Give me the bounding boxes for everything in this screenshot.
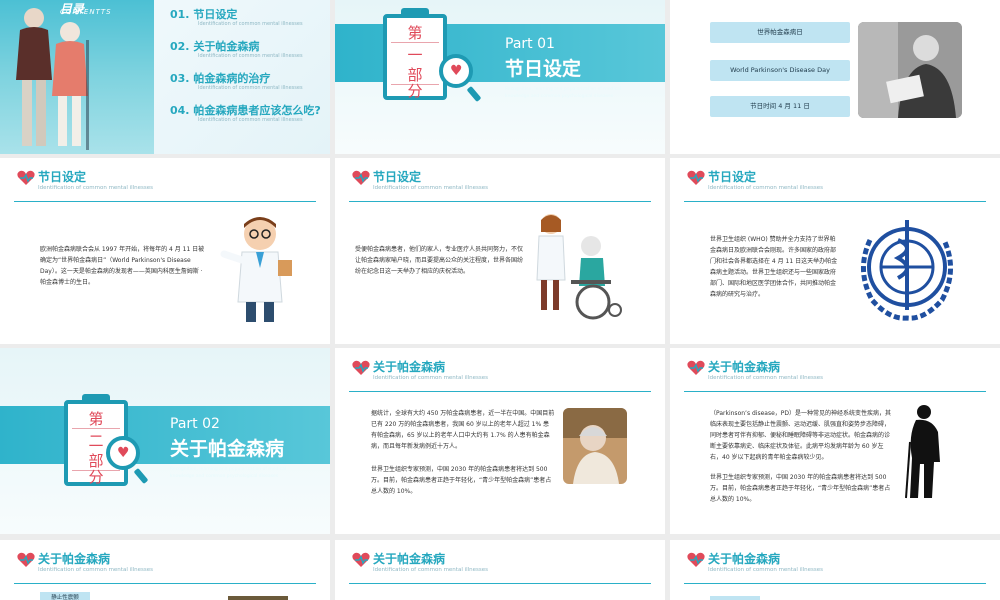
symptom-tag: 静止性震颤 [40,592,90,600]
magnifier-heart-icon: ♥ [439,54,473,88]
elderly-couple-illustration [16,8,89,150]
header-subtitle: Identification of common mental illnesse… [708,567,824,573]
photo-thumbnail [228,596,288,600]
part-title: 关于帕金森病 [170,438,285,460]
nurse-wheelchair-illustration [536,214,622,320]
who-emblem-icon [860,220,954,321]
toc-item-01[interactable]: 01. 节日设定 Identification of common mental… [170,6,303,27]
body-paragraph: 世界卫生组织专家预测，中国 2030 年的帕金森病患者将达到 500 万。目前，… [371,466,552,495]
part-number: Part 01 [505,36,555,52]
heart-logo-icon [352,170,370,185]
slide-symptoms[interactable]: 关于帕金森病 Identification of common mental i… [0,540,330,600]
header-title: 节日设定 [708,170,757,184]
slide-definition[interactable]: 关于帕金森病 Identification of common mental i… [670,348,1000,534]
toc-item-label: 02. 关于帕金森病 [170,40,260,53]
slide-statistics[interactable]: 关于帕金森病 Identification of common mental i… [335,348,665,534]
heart-logo-icon [687,552,705,567]
toc-item-sub: Identification of common mental illnesse… [198,85,303,91]
header-subtitle: Identification of common mental illnesse… [373,185,489,191]
toc-item-label: 01. 节日设定 [170,8,238,21]
toc-item-03[interactable]: 03. 帕金森病的治疗 Identification of common men… [170,70,303,91]
slide-about-continued[interactable]: 关于帕金森病 Identification of common mental i… [335,540,665,600]
toc-item-label: 03. 帕金森病的治疗 [170,72,271,85]
clip-line [72,428,120,429]
info-pill-english: World Parkinson's Disease Day [710,60,850,81]
clipboard-icon: 第 一 部 分 [383,8,447,100]
header-subtitle: Identification of common mental illnesse… [708,185,824,191]
part-number: Part 02 [170,416,220,432]
slide-header: 关于帕金森病 Identification of common mental i… [349,550,651,584]
slide-part-02[interactable]: 第 二 部 分 ♥ Part 02 关于帕金森病 Recognition, le… [0,348,330,534]
slide-header: 关于帕金森病 Identification of common mental i… [684,358,986,392]
doctor-illustration [220,217,292,322]
clipboard-clip [82,394,110,404]
clip-char: 第 [88,410,104,428]
toc-item-sub: Identification of common mental illnesse… [198,53,303,59]
slide-header: 关于帕金森病 Identification of common mental i… [349,358,651,392]
header-title: 关于帕金森病 [38,552,111,566]
toc-item-sub: Identification of common mental illnesse… [198,21,303,27]
clip-char: 分 [407,82,423,100]
header-subtitle: Identification of common mental illnesse… [38,567,154,573]
body-paragraph: 受便帕金森病患者，他们的家人，专业医疗人员共同努力，不仅让帕金森病家喻户晓，而且… [355,246,524,275]
slide-header: 节日设定 Identification of common mental ill… [684,168,986,202]
header-title: 关于帕金森病 [373,552,446,566]
body-paragraph: （Parkinson’s disease，PD）是一种常见的神经系统变性疾病，其… [710,410,892,461]
header-subtitle: Identification of common mental illnesse… [708,375,824,381]
slide-festival-activities[interactable]: 节日设定 Identification of common mental ill… [335,158,665,344]
header-title: 节日设定 [38,170,87,184]
heart-logo-icon [17,552,35,567]
clipboard-clip [401,8,429,18]
info-pill-date: 节日时间 4 月 11 日 [710,96,850,117]
slide-header: 关于帕金森病 Identification of common mental i… [684,550,986,584]
slide-part-01[interactable]: 第 一 部 分 ♥ Part 01 节日设定 Recognition, lear… [335,0,665,154]
heart-logo-icon [687,170,705,185]
slide-about-continued-2[interactable]: 关于帕金森病 Identification of common mental i… [670,540,1000,600]
magnifier-heart-icon: ♥ [106,436,140,470]
header-title: 关于帕金森病 [708,552,781,566]
header-title: 节日设定 [373,170,422,184]
slide-header: 节日设定 Identification of common mental ill… [349,168,651,202]
toc-item-label: 04. 帕金森病患者应该怎么吃? [170,104,321,117]
part-subtitle: Recognition, learning and popularization… [170,467,287,479]
header-subtitle: Identification of common mental illnesse… [38,185,154,191]
slide-festival-origin[interactable]: 节日设定 Identification of common mental ill… [0,158,330,344]
heart-logo-icon [687,360,705,375]
elderly-reading-photo [858,22,962,118]
body-paragraph: 世界卫生组织 (WHO) 赞助并全力支持了世界帕金森病日及欧洲联合会刚现。许多国… [710,236,838,298]
elderly-couple-image [0,0,154,154]
elderly-cane-silhouette [905,405,940,499]
elderly-woman-photo [563,408,627,484]
header-subtitle: Identification of common mental illnesse… [373,375,489,381]
part-subtitle: Recognition, learning and popularization… [505,87,622,99]
toc-item-sub: Identification of common mental illnesse… [198,117,303,123]
slide-who-support[interactable]: 节日设定 Identification of common mental ill… [670,158,1000,344]
body-paragraph: 欧洲帕金森病联合会从 1997 年开始，将每年的 4 月 11 日被确定为“世界… [40,246,205,286]
heart-logo-icon [17,170,35,185]
slide-day-info[interactable]: 世界帕金森病日 World Parkinson's Disease Day 节日… [670,0,1000,154]
slide-header: 节日设定 Identification of common mental ill… [14,168,316,202]
slide-contents[interactable]: 目录 CONTENTTS 01. 节日设定 Identification of … [0,0,330,154]
clip-char: 第 [407,24,423,42]
part-title: 节日设定 [505,58,582,80]
header-subtitle: Identification of common mental illnesse… [373,567,489,573]
clip-char: 一 [407,46,423,64]
body-paragraph: 世界卫生组织专家预测，中国 2030 年的帕金森病患者将达到 500 万。目前，… [710,474,891,503]
info-pill [710,596,760,600]
info-pill-name: 世界帕金森病日 [710,22,850,43]
clip-char: 分 [88,468,104,486]
heart-logo-icon [352,360,370,375]
toc-item-04[interactable]: 04. 帕金森病患者应该怎么吃? Identification of commo… [170,102,321,123]
header-title: 关于帕金森病 [708,360,781,374]
slide-header: 关于帕金森病 Identification of common mental i… [14,550,316,584]
clip-line [391,42,439,43]
body-paragraph: 据统计，全球有大约 450 万帕金森病患者，近一半在中国。中国目前已有 220 … [371,410,555,450]
header-title: 关于帕金森病 [373,360,446,374]
contents-subtitle: CONTENTTS [60,8,112,16]
heart-logo-icon [352,552,370,567]
toc-item-02[interactable]: 02. 关于帕金森病 Identification of common ment… [170,38,303,59]
